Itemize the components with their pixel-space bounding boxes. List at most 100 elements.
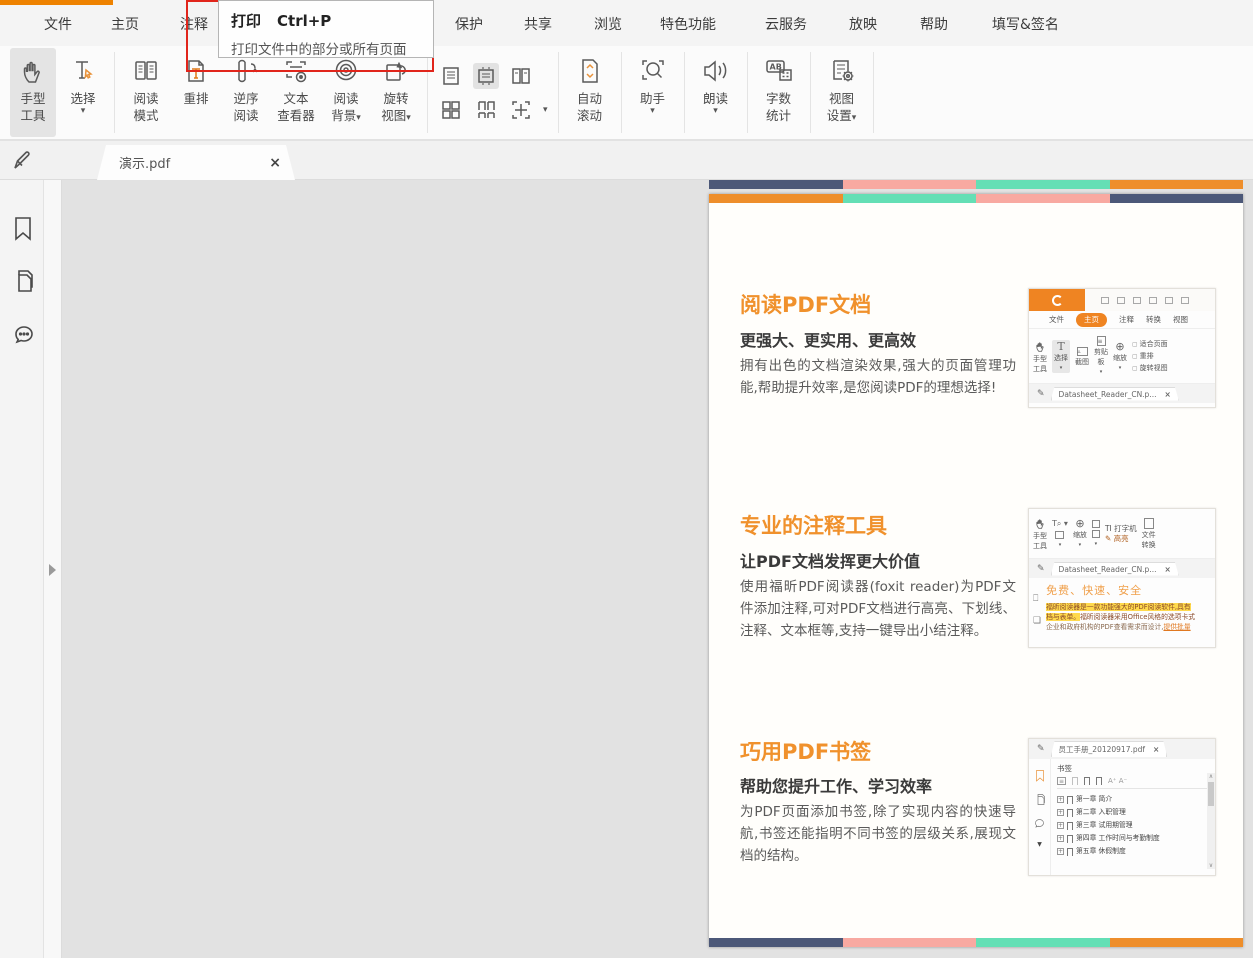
tooltip-shortcut: Ctrl+P — [277, 12, 331, 30]
print-tooltip: 打印 Ctrl+P 打印文件中的部分或所有页面 — [218, 0, 434, 58]
mini-tab-title: 员工手册_20120917.pdf — [1059, 744, 1145, 755]
mini-menu-bar: 文件 主页 注释 转换 视图 — [1029, 311, 1215, 328]
mini-pencil-icon: ✎ — [1037, 744, 1045, 754]
mini-tab-title: Datasheet_Reader_CN.p... — [1059, 565, 1157, 574]
select-tool-button[interactable]: 选择 ▾ — [60, 48, 106, 137]
mini-snapshot-tool: ▵ 截图 — [1075, 347, 1089, 366]
auto-scroll-button[interactable]: 自动 滚动 — [567, 48, 613, 137]
pdf-page: 阅读PDF文档 更强大、更实用、更高效 拥有出色的文档渲染效果,强大的页面管理功… — [709, 194, 1243, 947]
foxit-logo — [1029, 289, 1085, 311]
continuous-facing-view-button[interactable] — [473, 97, 499, 123]
mini-quick-access-icons — [1101, 297, 1189, 304]
book-icon — [131, 56, 161, 90]
continuous-view-button[interactable] — [473, 63, 499, 89]
menu-protect[interactable]: 保护 — [455, 14, 483, 34]
pages-panel-icon[interactable] — [11, 268, 35, 292]
view-settings-button[interactable]: 视图 设置▾ — [819, 48, 865, 137]
tooltip-description: 打印文件中的部分或所有页面 — [231, 38, 421, 58]
hand-tool-button[interactable]: 手型 工具 — [10, 48, 56, 137]
section3-heading: 巧用PDF书签 — [740, 736, 871, 766]
toolbar-separator — [810, 52, 811, 133]
menu-features[interactable]: 特色功能 — [660, 14, 716, 34]
menu-fill-sign[interactable]: 填写&签名 — [992, 14, 1059, 34]
assistant-button[interactable]: 助手 ▾ — [630, 48, 676, 137]
mini-pages-icon — [1034, 793, 1046, 806]
mini-hand-tool: 手型工具 — [1033, 340, 1047, 373]
mini-tab-close-icon: × — [1164, 390, 1170, 399]
chevron-down-icon: ▾ — [356, 113, 361, 123]
mini-tab-bar: ✎ Datasheet_Reader_CN.p...× — [1029, 559, 1215, 578]
screenshot-annotation-ui: 手型工具 T⌕ ▾ ▾ ⊕ 缩放▾ ▾ TI 打字机 ✎ 高亮 — [1028, 508, 1216, 648]
bookmarks-toolbar: ≡ A⁺ A⁻ — [1057, 777, 1213, 789]
mini-doc-heading: 免费、快速、安全 — [1046, 582, 1195, 598]
assistant-magnifier-icon — [638, 56, 668, 90]
page-top-stripe — [709, 194, 1243, 203]
toolbar-separator — [558, 52, 559, 133]
mini-tab-title: Datasheet_Reader_CN.p... — [1059, 390, 1157, 399]
mini-nav-rail: ▼ — [1029, 759, 1051, 875]
tab-demo-pdf[interactable]: 演示.pdf × — [97, 145, 295, 180]
menu-share[interactable]: 共享 — [524, 14, 552, 34]
bookmark-item: +第五章 休假制度 — [1057, 845, 1213, 858]
mini-menu-comment: 注释 — [1119, 314, 1134, 325]
mini-menu-view: 视图 — [1173, 314, 1188, 325]
single-page-view-button[interactable] — [438, 63, 464, 89]
facing-grid-view-button[interactable] — [438, 97, 464, 123]
window-accent-strip — [0, 0, 113, 5]
select-text-icon — [69, 56, 97, 90]
word-count-icon: AB — [763, 56, 795, 90]
mini-pencil-icon: ✎ — [1037, 389, 1045, 399]
menu-home[interactable]: 主页 — [111, 14, 139, 34]
menu-help[interactable]: 帮助 — [920, 14, 948, 34]
mini-comments-icon — [1033, 817, 1046, 830]
word-count-button[interactable]: AB 字数 统计 — [756, 48, 802, 137]
chevron-down-icon: ▾ — [81, 107, 86, 115]
chevron-down-icon: ▾ — [406, 113, 411, 123]
hand-icon — [19, 56, 47, 90]
screenshot-bookmarks-ui: ✎ 员工手册_20120917.pdf× ▼ 书签 ≡ A⁺ A⁻ +第一章 简… — [1028, 738, 1216, 876]
doc-text: 福昕阅读器采用Office风格的选项卡式 — [1080, 613, 1195, 621]
mini-convert-tool: 文件转换 — [1142, 518, 1156, 549]
previous-page-stripe — [709, 180, 1243, 189]
panel-expand-handle[interactable] — [49, 564, 56, 576]
facing-view-button[interactable] — [508, 63, 534, 89]
bookmarks-panel-icon[interactable] — [11, 215, 35, 239]
mini-clipboard-tool: ≡ 剪贴板▾ — [1094, 336, 1108, 376]
section3-body: 为PDF页面添加书签,除了实现内容的快速导航,书签还能指明不同书签的层级关系,展… — [740, 801, 1016, 867]
mini-menu-convert: 转换 — [1146, 314, 1161, 325]
mini-zoom-tool: ⊕ 缩放▾ — [1073, 518, 1087, 549]
read-mode-button[interactable]: 阅读 模式 — [123, 48, 169, 137]
mini-bookmark-icon: ⎕ — [1033, 594, 1041, 604]
document-tab-bar: 演示.pdf × — [0, 141, 1253, 180]
mini-hand-tool: 手型工具 — [1033, 517, 1047, 550]
menu-cloud[interactable]: 云服务 — [765, 14, 807, 34]
comments-panel-icon[interactable] — [11, 322, 35, 346]
annotate-pencil-icon[interactable] — [11, 148, 35, 176]
mini-select-tool: T选择▾ — [1052, 340, 1070, 373]
bookmarks-panel-title: 书签 — [1057, 763, 1213, 774]
read-aloud-button[interactable]: 朗读 ▾ — [693, 48, 739, 137]
mini-document-content: ⎕ ❏ 免费、快速、安全 福昕阅读器是一款功能强大的PDF阅读软件,具有 档与表… — [1029, 578, 1215, 632]
mini-tab-bar: ✎ Datasheet_Reader_CN.p... × — [1029, 384, 1215, 403]
mini-scrollbar: ∧∨ — [1207, 773, 1215, 869]
highlighted-text: 档与表单。 — [1046, 613, 1080, 621]
tooltip-title: 打印 — [231, 12, 261, 30]
screenshot-reading-ui: 文件 主页 注释 转换 视图 手型工具 T选择▾ ▵ 截图 ≡ 剪贴板▾ ⊕ — [1028, 288, 1216, 408]
mini-zoom-tool: ⊕ 缩放▾ — [1113, 341, 1127, 372]
mini-rail-more-icon: ▼ — [1037, 841, 1042, 848]
split-view-button[interactable] — [508, 97, 534, 123]
highlighted-text: 福昕阅读器是一款功能强大的PDF阅读软件,具有 — [1046, 603, 1191, 611]
section1-subheading: 更强大、更实用、更高效 — [740, 327, 916, 351]
toolbar-separator — [747, 52, 748, 133]
chevron-down-icon: ▾ — [852, 113, 857, 123]
menu-present[interactable]: 放映 — [849, 14, 877, 34]
mini-toolbar: 手型工具 T⌕ ▾ ▾ ⊕ 缩放▾ ▾ TI 打字机 ✎ 高亮 — [1029, 509, 1215, 559]
menu-file[interactable]: 文件 — [44, 14, 72, 34]
mini-typewriter-highlight: TI 打字机 ✎ 高亮 — [1105, 525, 1137, 543]
mini-select-stack: T⌕ ▾ ▾ — [1052, 518, 1068, 549]
tab-close-icon[interactable]: × — [269, 155, 281, 171]
menu-browse[interactable]: 浏览 — [594, 14, 622, 34]
section1-body: 拥有出色的文档渲染效果,强大的页面管理功能,帮助提升效率,是您阅读PDF的理想选… — [740, 355, 1016, 399]
page-layout-group: ▾ — [434, 46, 552, 139]
chevron-down-icon[interactable]: ▾ — [543, 106, 548, 114]
